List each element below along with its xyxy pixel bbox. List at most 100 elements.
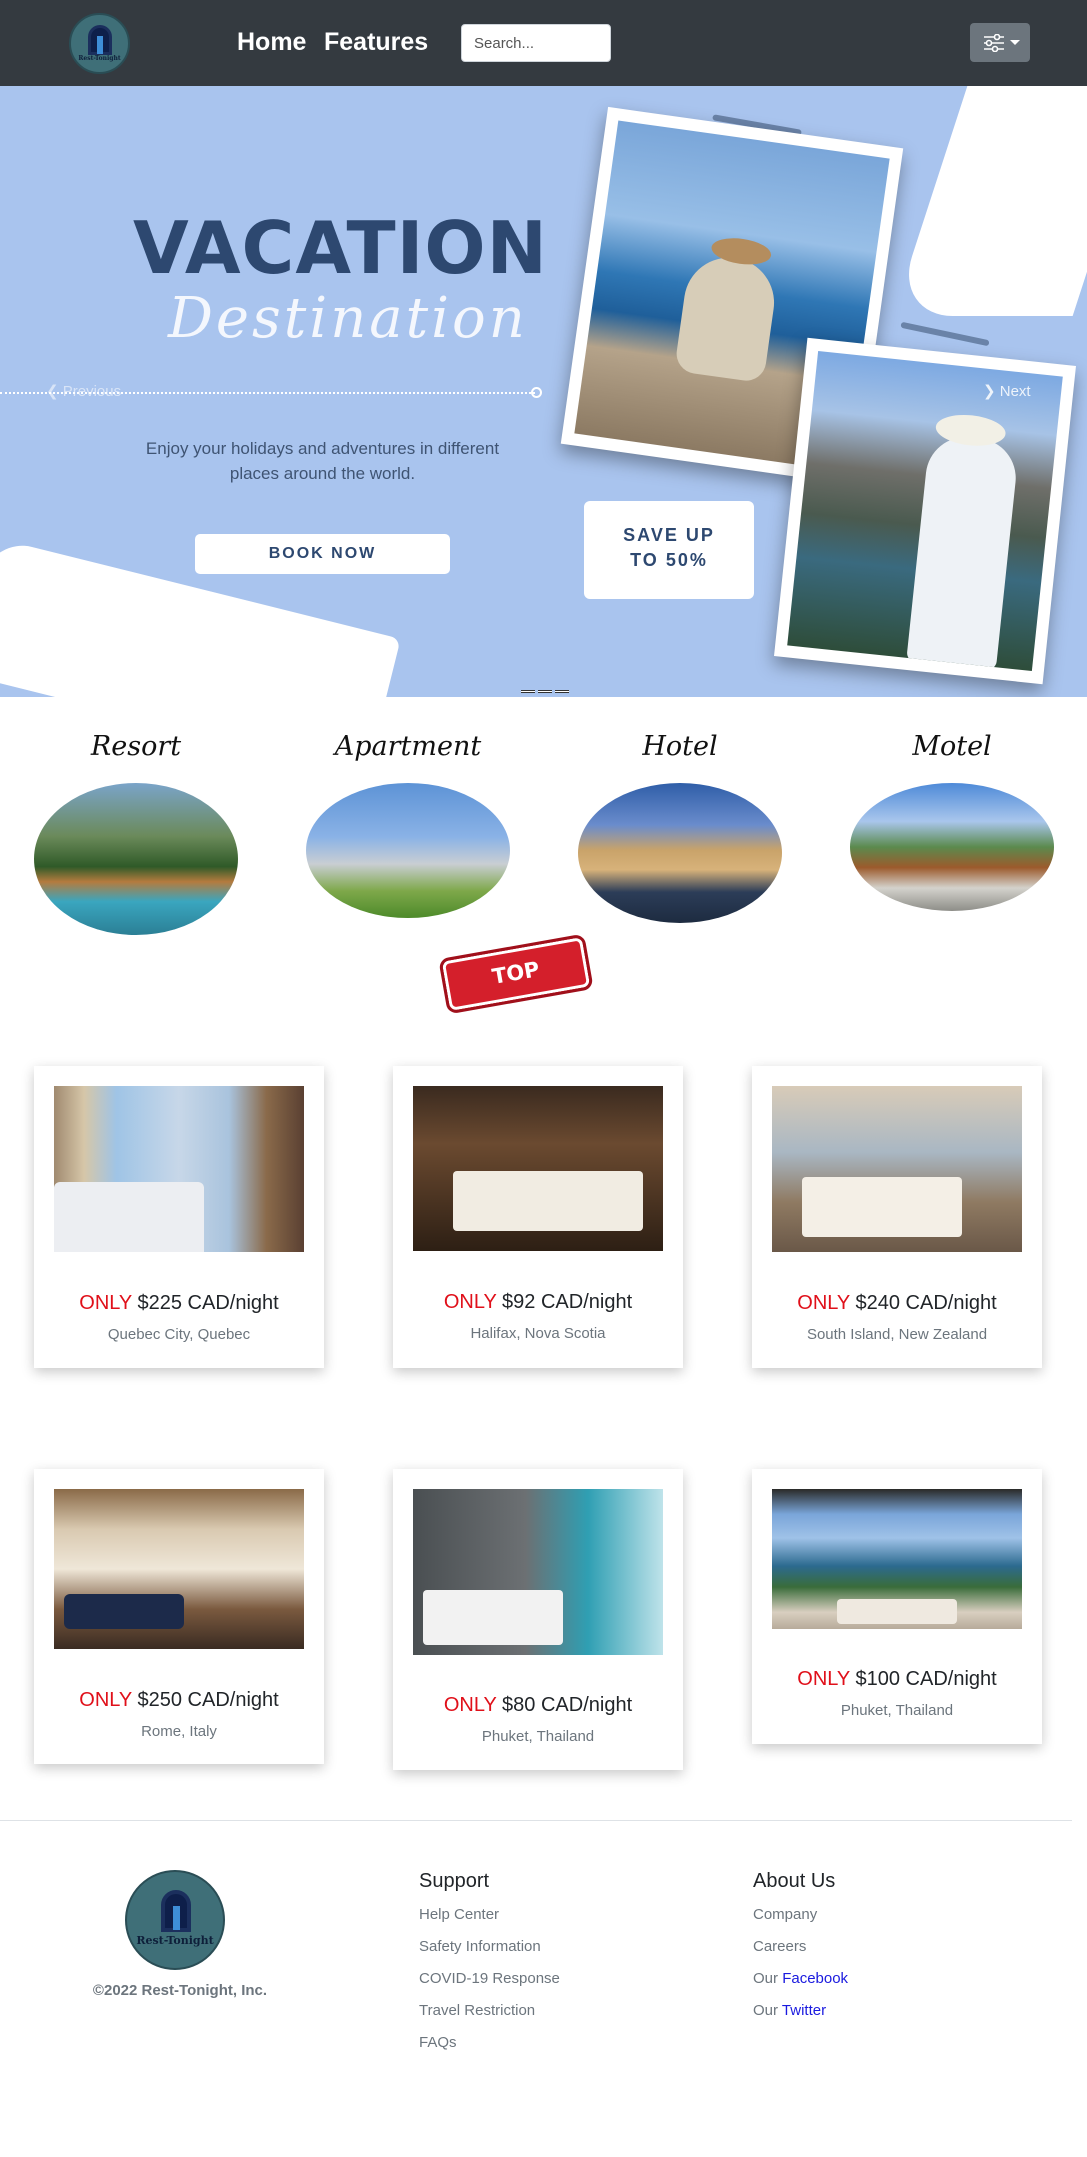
- category-image-hotel[interactable]: [578, 783, 782, 923]
- footer-link-company[interactable]: Company: [753, 1899, 848, 1931]
- search-input[interactable]: [461, 24, 611, 62]
- footer-twitter-line: Our Twitter: [753, 1995, 848, 2027]
- save-line-1: SAVE UP: [623, 525, 715, 545]
- our-prefix: Our: [753, 2002, 782, 2019]
- chevron-right-icon: ❯: [983, 383, 996, 400]
- settings-dropdown-button[interactable]: [970, 23, 1030, 62]
- category-label: Hotel: [642, 731, 718, 762]
- footer-heading-about: About Us: [753, 1870, 836, 1892]
- traveler-figure: [906, 433, 1020, 672]
- our-prefix: Our: [753, 1970, 783, 1987]
- category-apartment[interactable]: Apartment: [306, 731, 510, 918]
- twitter-link[interactable]: Twitter: [782, 2002, 826, 2019]
- dotted-divider-end: [531, 387, 542, 398]
- scribble-decoration: [900, 321, 990, 347]
- footer-link-safety[interactable]: Safety Information: [419, 1931, 560, 1963]
- sliders-icon: [984, 34, 1004, 52]
- price-value: $92 CAD/night: [502, 1291, 633, 1313]
- listing-price: ONLY $225 CAD/night: [34, 1292, 324, 1315]
- footer-divider: [0, 1820, 1072, 1821]
- listing-card[interactable]: ONLY $225 CAD/night Quebec City, Quebec: [34, 1066, 324, 1368]
- hero-title: VACATION: [133, 206, 548, 290]
- logo-arch-icon: [161, 1890, 191, 1932]
- price-value: $100 CAD/night: [855, 1668, 997, 1690]
- hiker-figure: [674, 251, 780, 384]
- nav-link-features[interactable]: Features: [324, 28, 428, 57]
- footer-support-column: Support Help Center Safety Information C…: [419, 1870, 560, 2059]
- only-label: ONLY: [79, 1689, 132, 1711]
- category-image-resort[interactable]: [34, 783, 238, 935]
- listing-image[interactable]: [772, 1489, 1022, 1629]
- listing-location: Halifax, Nova Scotia: [470, 1325, 606, 1342]
- bed-shape: [54, 1182, 204, 1252]
- listing-card[interactable]: ONLY $92 CAD/night Halifax, Nova Scotia: [393, 1066, 683, 1368]
- listing-location: Phuket, Thailand: [481, 1728, 595, 1745]
- footer-link-help-center[interactable]: Help Center: [419, 1899, 560, 1931]
- book-now-button[interactable]: BOOK NOW: [195, 534, 450, 574]
- footer-logo[interactable]: Rest-Tonight: [125, 1870, 225, 1970]
- listing-price: ONLY $92 CAD/night: [393, 1291, 683, 1314]
- category-label: Motel: [912, 731, 992, 762]
- only-label: ONLY: [79, 1292, 132, 1314]
- category-image-motel[interactable]: [850, 783, 1054, 911]
- listing-location: Phuket, Thailand: [840, 1702, 954, 1719]
- only-label: ONLY: [797, 1668, 850, 1690]
- caret-down-icon: [1010, 40, 1020, 45]
- listing-image[interactable]: [413, 1489, 663, 1655]
- chevron-left-icon: ❮: [46, 383, 59, 400]
- listing-price: ONLY $240 CAD/night: [752, 1292, 1042, 1315]
- hero-script-title: Destination: [168, 286, 528, 351]
- facebook-link[interactable]: Facebook: [782, 1970, 848, 1987]
- carousel-prev-button[interactable]: ❮ Previous: [46, 382, 121, 400]
- price-value: $240 CAD/night: [855, 1292, 997, 1314]
- listing-image[interactable]: [54, 1489, 304, 1649]
- footer-link-careers[interactable]: Careers: [753, 1931, 848, 1963]
- category-image-apartment[interactable]: [306, 783, 510, 918]
- footer-link-covid[interactable]: COVID-19 Response: [419, 1963, 560, 1995]
- bed-shape: [837, 1599, 957, 1624]
- footer-about-column: About Us Company Careers Our Facebook Ou…: [753, 1870, 848, 2027]
- logo-text: Rest-Tonight: [78, 55, 121, 62]
- price-value: $225 CAD/night: [137, 1292, 279, 1314]
- copyright-text: ©2022 Rest-Tonight, Inc.: [92, 1982, 268, 1999]
- carousel-indicator[interactable]: [538, 690, 552, 693]
- listing-price: ONLY $80 CAD/night: [393, 1694, 683, 1717]
- sofa-shape: [64, 1594, 184, 1629]
- carousel-indicator[interactable]: [521, 690, 535, 693]
- only-label: ONLY: [443, 1694, 497, 1716]
- listing-price: ONLY $100 CAD/night: [752, 1668, 1042, 1691]
- only-label: ONLY: [797, 1292, 850, 1314]
- carousel-indicators: [521, 690, 569, 693]
- category-motel[interactable]: Motel: [850, 731, 1054, 911]
- footer-heading-support: Support: [419, 1870, 490, 1892]
- logo-arch-icon: [88, 25, 112, 55]
- save-line-2: TO 50%: [630, 550, 708, 570]
- bed-shape: [802, 1177, 962, 1237]
- listing-card[interactable]: ONLY $80 CAD/night Phuket, Thailand: [393, 1469, 683, 1770]
- bed-shape: [453, 1171, 643, 1231]
- carousel-next-button[interactable]: ❯ Next: [983, 382, 1031, 400]
- listing-card[interactable]: ONLY $250 CAD/night Rome, Italy: [34, 1469, 324, 1764]
- hero-subtitle: Enjoy your holidays and adventures in di…: [145, 439, 500, 483]
- navbar: Rest-Tonight Home Features: [0, 0, 1087, 86]
- brand-logo[interactable]: Rest-Tonight: [69, 13, 130, 74]
- listing-card[interactable]: ONLY $240 CAD/night South Island, New Ze…: [752, 1066, 1042, 1368]
- listing-image[interactable]: [413, 1086, 663, 1251]
- category-label: Resort: [90, 731, 182, 762]
- listing-price: ONLY $250 CAD/night: [34, 1689, 324, 1712]
- only-label: ONLY: [443, 1291, 497, 1313]
- footer-link-travel-restriction[interactable]: Travel Restriction: [419, 1995, 560, 2027]
- footer-link-faqs[interactable]: FAQs: [419, 2027, 560, 2059]
- top-choice-badge: TOP CHOICE: [438, 933, 594, 1040]
- nav-link-home[interactable]: Home: [237, 28, 306, 57]
- save-up-box: SAVE UP TO 50%: [584, 501, 754, 599]
- category-resort[interactable]: Resort: [34, 731, 238, 935]
- listing-image[interactable]: [772, 1086, 1022, 1252]
- listing-location: South Island, New Zealand: [806, 1326, 988, 1343]
- listing-card[interactable]: ONLY $100 CAD/night Phuket, Thailand: [752, 1469, 1042, 1744]
- category-label: Apartment: [334, 731, 482, 762]
- carousel-indicator[interactable]: [555, 690, 569, 693]
- brush-stroke-top-right: [892, 86, 1087, 316]
- listing-image[interactable]: [54, 1086, 304, 1252]
- category-hotel[interactable]: Hotel: [578, 731, 782, 923]
